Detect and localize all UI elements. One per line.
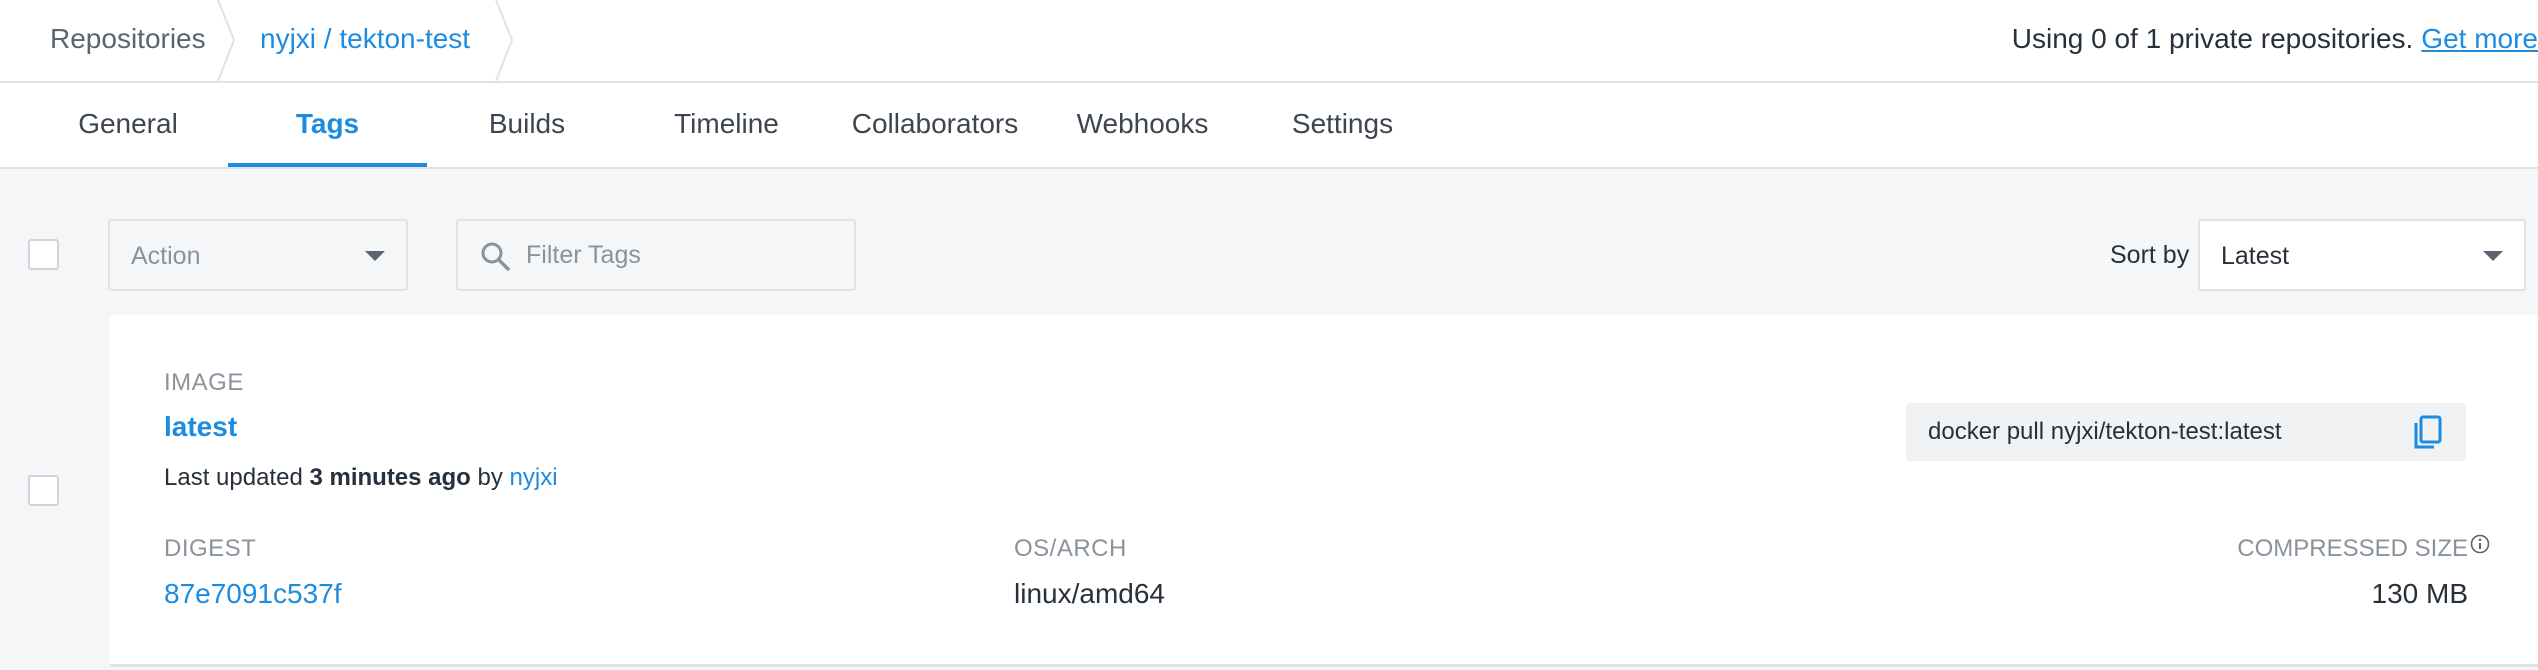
tab-label: Timeline xyxy=(674,108,779,139)
updated-user-link[interactable]: nyjxi xyxy=(510,464,558,491)
tab-tags[interactable]: Tags xyxy=(228,83,427,167)
private-repo-usage: Using 0 of 1 private repositories. Get mo… xyxy=(2012,0,2538,81)
compressed-size-value: 130 MB xyxy=(2371,578,2469,609)
get-more-link[interactable]: Get more xyxy=(2421,23,2538,54)
search-icon xyxy=(481,242,510,271)
tab-label: General xyxy=(78,108,178,139)
last-updated-text: Last updated 3 minutes ago by nyjxi xyxy=(164,464,558,492)
caret-down-icon xyxy=(365,251,385,261)
sort-dropdown[interactable]: Latest xyxy=(2198,219,2526,291)
osarch-value: linux/amd64 xyxy=(1014,578,1165,609)
tags-panel: Action Sort by Latest IMAGE latest Last … xyxy=(0,169,2538,670)
copy-icon[interactable] xyxy=(2412,415,2444,451)
action-dropdown-label: Action xyxy=(131,242,201,270)
caret-down-icon xyxy=(2483,251,2503,261)
info-icon[interactable] xyxy=(2470,534,2490,554)
tab-label: Tags xyxy=(295,108,360,139)
tab-general[interactable]: General xyxy=(58,83,198,167)
chevron-divider-icon xyxy=(495,0,514,81)
breadcrumb-bar: Repositories nyjxi / tekton-test Using 0… xyxy=(0,0,2538,83)
tab-settings[interactable]: Settings xyxy=(1270,83,1415,167)
breadcrumb-repositories-link[interactable]: Repositories xyxy=(50,0,206,81)
repo-tabs: General Tags Builds Timeline Collaborato… xyxy=(0,83,2538,169)
pull-command-text: docker pull nyjxi/tekton-test:latest xyxy=(1928,418,2282,445)
filter-tags-input[interactable] xyxy=(524,229,844,281)
pull-command-box: docker pull nyjxi/tekton-test:latest xyxy=(1906,403,2466,461)
digest-label: DIGEST xyxy=(164,535,257,562)
updated-prefix: Last updated xyxy=(164,464,303,491)
chevron-divider-icon xyxy=(217,0,236,81)
digest-link[interactable]: 87e7091c537f xyxy=(164,578,342,610)
tag-name-link[interactable]: latest xyxy=(164,411,237,443)
updated-by-word: by xyxy=(477,464,503,491)
sort-by-label: Sort by xyxy=(2110,241,2190,269)
tab-label: Settings xyxy=(1291,108,1394,139)
usage-text: Using 0 of 1 private repositories. xyxy=(2011,23,2414,54)
compressed-size-label: COMPRESSED SIZE xyxy=(2237,535,2468,562)
filter-tags-field[interactable] xyxy=(456,219,856,291)
action-dropdown[interactable]: Action xyxy=(108,219,408,291)
select-all-checkbox[interactable] xyxy=(28,239,59,270)
breadcrumb-repo-link[interactable]: nyjxi / tekton-test xyxy=(260,0,470,81)
tab-webhooks[interactable]: Webhooks xyxy=(1065,83,1220,167)
osarch-label: OS/ARCH xyxy=(1014,535,1127,562)
tag-row-checkbox[interactable] xyxy=(28,475,59,506)
tab-label: Builds xyxy=(488,108,566,139)
tab-collaborators[interactable]: Collaborators xyxy=(840,83,1030,167)
updated-time: 3 minutes ago xyxy=(309,464,471,491)
tab-label: Collaborators xyxy=(851,108,1019,139)
tab-label: Webhooks xyxy=(1076,108,1209,139)
tab-builds[interactable]: Builds xyxy=(462,83,592,167)
image-label: IMAGE xyxy=(164,369,244,396)
sort-dropdown-value: Latest xyxy=(2221,242,2290,270)
tab-timeline[interactable]: Timeline xyxy=(654,83,799,167)
tag-card: IMAGE latest Last updated 3 minutes ago … xyxy=(110,315,2538,667)
